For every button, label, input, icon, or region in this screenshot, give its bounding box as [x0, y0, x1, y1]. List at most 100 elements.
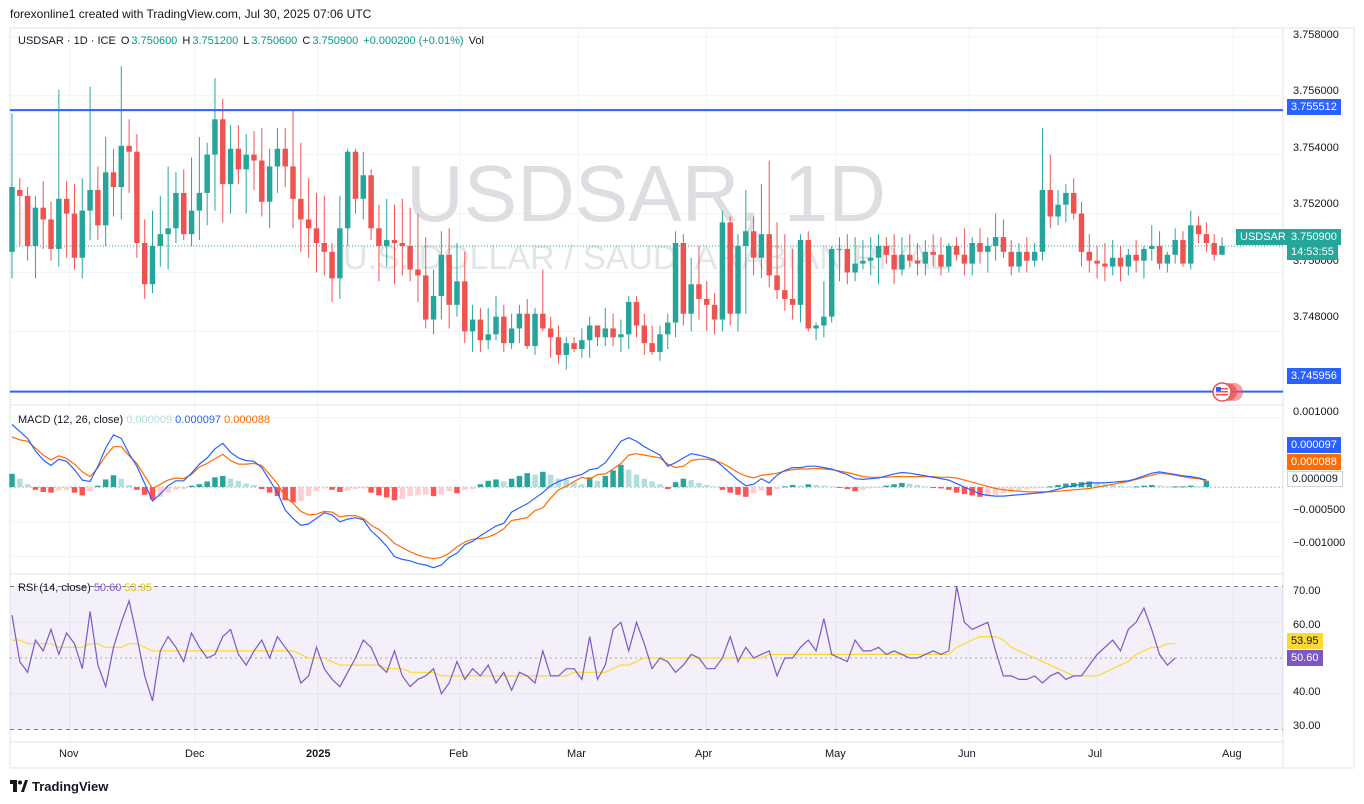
macd-histogram-bar [875, 487, 882, 489]
candle-body [844, 248, 851, 273]
macd-histogram-bar [321, 487, 327, 489]
candle-body [579, 340, 585, 350]
macd-histogram-bar [1180, 486, 1186, 488]
time-label: Nov [59, 748, 79, 760]
candle-body [1109, 257, 1116, 267]
macd-histogram-bar [930, 487, 936, 489]
macd-histogram-bar [1156, 485, 1163, 488]
candle-body [485, 334, 491, 341]
candle-body [1016, 251, 1022, 267]
candle-body [766, 234, 772, 276]
macd-histogram-bar [493, 479, 499, 488]
candle-body [56, 198, 62, 249]
candle-body [71, 213, 78, 258]
macd-histogram-bar [852, 487, 858, 492]
macd-histogram-bar [344, 487, 351, 491]
candle-body [32, 207, 39, 246]
candle-body [235, 148, 242, 170]
candle-body [672, 243, 679, 323]
candle-body [586, 325, 593, 341]
candle-body [938, 254, 944, 267]
candle-body [985, 245, 991, 252]
candle-body [266, 166, 273, 202]
macd-histogram-bar [71, 487, 78, 493]
candle-body [344, 151, 351, 229]
macd-histogram-bar [1125, 486, 1132, 488]
legend-symbol[interactable]: USDSAR · 1D · ICE [18, 35, 116, 47]
macd-histogram-bar [399, 487, 406, 499]
macd-tick: −0.000500 [1293, 504, 1346, 516]
candle-body [1094, 260, 1100, 264]
macd-histogram-bar [774, 487, 780, 490]
macd-histogram-bar [243, 483, 249, 488]
macd-histogram-bar [1109, 484, 1116, 488]
time-label: 2025 [306, 748, 331, 760]
macd-histogram-bar [696, 482, 702, 488]
candle-body [9, 187, 15, 252]
macd-legend-name[interactable]: MACD (12, 26, close) [18, 414, 123, 426]
macd-histogram-bar [32, 487, 39, 490]
rsi-legend-value: 50.60 [93, 582, 122, 594]
macd-histogram-bar [540, 471, 546, 488]
resistance-price-tag[interactable]: 3.755512 [1287, 99, 1341, 115]
macd-histogram-bar [173, 487, 179, 490]
macd-histogram-bar [719, 487, 726, 490]
signal-value-tag: 0.000088 [1287, 454, 1341, 470]
candle-body [1219, 245, 1225, 255]
watermark-title: USDSAR, 1D [406, 149, 886, 238]
macd-histogram-bar [102, 479, 109, 488]
macd-histogram-bar [1164, 486, 1171, 488]
candle-body [563, 343, 569, 355]
candle-body [391, 240, 398, 244]
macd-histogram-bar [610, 470, 616, 488]
macd-histogram-bar [1188, 485, 1194, 488]
macd-histogram-bar [782, 486, 788, 488]
macd-line [11, 424, 1207, 569]
footer-brand: TradingView [32, 779, 109, 794]
candle-body [196, 192, 203, 211]
macd-histogram-bar [1195, 486, 1202, 488]
candle-body [508, 328, 515, 344]
candle-body [407, 245, 413, 270]
legend-open-label: O [120, 35, 130, 47]
time-label: Jul [1088, 748, 1103, 760]
candle-body [24, 195, 31, 246]
candle-body [594, 325, 601, 338]
candle-body [40, 207, 46, 220]
tradingview-logo[interactable]: TradingView [10, 779, 108, 794]
candle-body [875, 245, 882, 258]
candle-body [1180, 240, 1186, 264]
macd-histogram-bar [1016, 487, 1022, 491]
support-price-tag[interactable]: 3.745956 [1287, 368, 1341, 384]
symbol-tag: USDSAR [1236, 229, 1290, 245]
candle-body [649, 343, 655, 352]
candle-body [977, 243, 983, 252]
candle-body [727, 222, 733, 314]
candle-body [836, 248, 843, 250]
candle-body [95, 189, 101, 226]
candle-body [821, 316, 827, 326]
rsi-legend-name[interactable]: RSI (14, close) [18, 582, 91, 594]
candle-body [540, 313, 546, 329]
macd-histogram-bar [688, 480, 694, 488]
economic-events-icon[interactable] [1210, 381, 1244, 403]
macd-histogram-bar [188, 485, 195, 488]
macd-histogram-bar [196, 484, 203, 488]
macd-histogram-bar [821, 485, 827, 488]
candle-body [118, 145, 125, 188]
macd-histogram-bar [313, 487, 320, 492]
macd-value-tag: 0.000097 [1287, 437, 1341, 453]
candle-body [633, 301, 640, 326]
candle-body [789, 298, 796, 305]
candle-body [1117, 257, 1124, 267]
candle-body [805, 240, 811, 329]
candle-body [1133, 254, 1139, 261]
macd-histogram-bar [1024, 487, 1030, 490]
macd-histogram-bar [9, 473, 15, 488]
time-label: Jun [958, 748, 976, 760]
chart-canvas[interactable]: USDSAR, 1D U.S. DOLLAR / SAUDI ARABIAN R… [0, 0, 1364, 804]
macd-histogram-bar [579, 484, 585, 488]
candle-body [625, 301, 632, 335]
candle-body [907, 254, 913, 261]
macd-histogram-bar [462, 487, 468, 490]
